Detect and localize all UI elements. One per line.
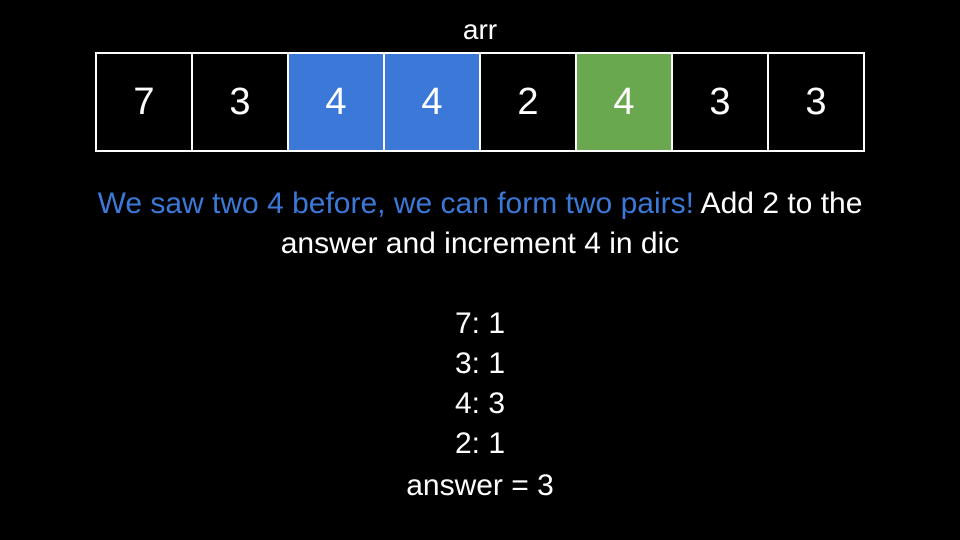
array-cell: 2	[481, 54, 577, 150]
answer-text: answer = 3	[406, 469, 554, 502]
explanation-text: We saw two 4 before, we can form two pai…	[60, 184, 900, 264]
array-cell-value: 2	[517, 80, 539, 123]
array-cell: 4	[289, 54, 385, 150]
array-cell-value: 4	[325, 80, 347, 123]
array-cell: 4	[385, 54, 481, 150]
array-label: arr	[462, 14, 498, 45]
array-cell-value: 3	[805, 80, 827, 123]
array-cell: 7	[97, 54, 193, 150]
dictionary-entry: 3: 1	[454, 347, 506, 380]
dictionary-entry: 4: 3	[454, 387, 506, 420]
array-cell-value: 3	[229, 80, 251, 123]
array-cell-value: 7	[133, 80, 155, 123]
array-cell-value: 4	[613, 80, 635, 123]
array-cell: 4	[577, 54, 673, 150]
array-cell: 3	[193, 54, 289, 150]
array-row: 7 3 4 4 2 4 3 3	[95, 52, 865, 152]
dictionary-entry: 2: 1	[454, 427, 506, 460]
array-cell: 3	[769, 54, 863, 150]
dictionary-list: 7: 1 3: 1 4: 3 2: 1	[0, 304, 960, 464]
dictionary-entry: 7: 1	[454, 307, 506, 340]
array-cell-value: 3	[709, 80, 731, 123]
explanation-highlight: We saw two 4 before, we can form two pai…	[97, 187, 694, 220]
array-cell: 3	[673, 54, 769, 150]
array-cell-value: 4	[421, 80, 443, 123]
